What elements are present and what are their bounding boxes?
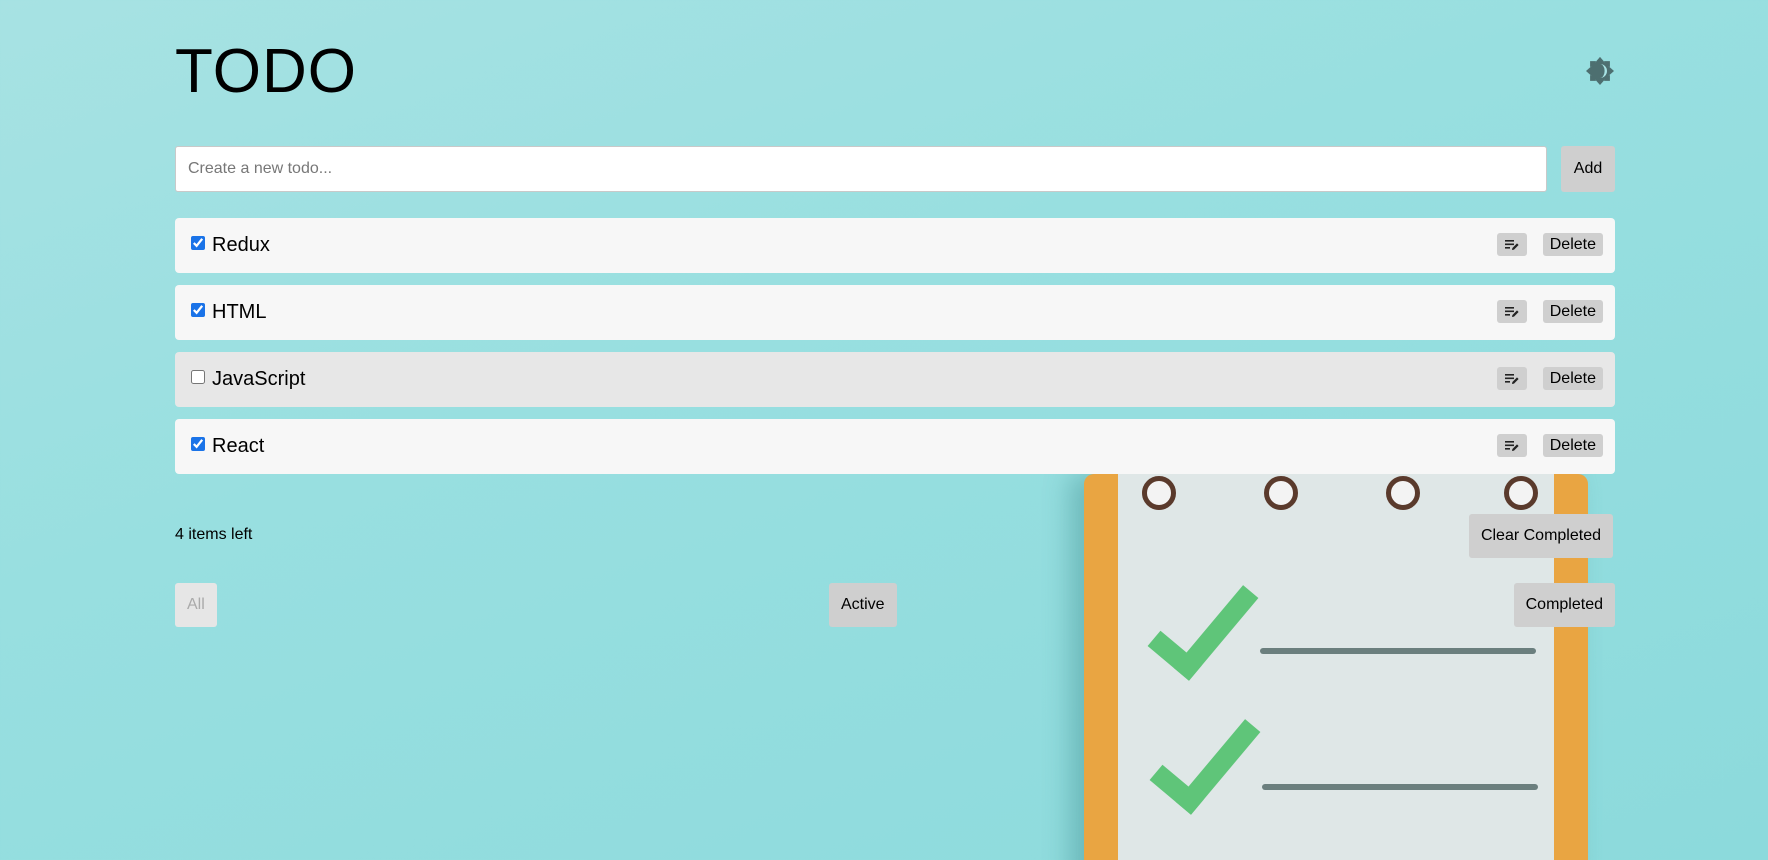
todo-text[interactable]: React bbox=[212, 435, 264, 458]
edit-icon bbox=[1505, 440, 1519, 451]
delete-button[interactable]: Delete bbox=[1542, 300, 1603, 323]
new-todo-input[interactable] bbox=[175, 146, 1547, 192]
todo-item-redux: Redux Delete bbox=[175, 218, 1615, 273]
filter-bar: All Active Completed bbox=[175, 583, 1615, 627]
list-footer: 4 items left Clear Completed bbox=[175, 514, 1615, 558]
app-header: TODO bbox=[175, 0, 1615, 140]
clear-completed-button[interactable]: Clear Completed bbox=[1468, 514, 1613, 558]
filter-completed-button[interactable]: Completed bbox=[1513, 583, 1615, 627]
add-button[interactable]: Add bbox=[1561, 146, 1615, 192]
delete-button[interactable]: Delete bbox=[1542, 233, 1603, 256]
todo-checkbox[interactable] bbox=[191, 370, 205, 384]
checkmark-icon bbox=[1149, 697, 1261, 815]
todo-list: Redux Delete HTML Delete JavaScript Dele… bbox=[175, 218, 1615, 486]
todo-checkbox[interactable] bbox=[191, 236, 205, 250]
brightness-icon[interactable] bbox=[1585, 56, 1615, 86]
todo-checkbox[interactable] bbox=[191, 303, 205, 317]
edit-button[interactable] bbox=[1497, 434, 1527, 457]
todo-checkbox[interactable] bbox=[191, 437, 205, 451]
delete-button[interactable]: Delete bbox=[1542, 434, 1603, 457]
delete-button[interactable]: Delete bbox=[1542, 367, 1603, 390]
edit-icon bbox=[1505, 306, 1519, 317]
edit-icon bbox=[1505, 373, 1519, 384]
todo-text[interactable]: JavaScript bbox=[212, 368, 305, 391]
filter-active-button[interactable]: Active bbox=[829, 583, 897, 627]
filter-all-button[interactable]: All bbox=[175, 583, 217, 627]
todo-app: TODO Add bbox=[175, 0, 1615, 627]
todo-text[interactable]: Redux bbox=[212, 234, 270, 257]
edit-button[interactable] bbox=[1497, 233, 1527, 256]
new-todo-row: Add bbox=[175, 146, 1615, 192]
list-line bbox=[1260, 648, 1536, 654]
todo-item-html: HTML Delete bbox=[175, 285, 1615, 340]
items-left-count: 4 items left bbox=[175, 526, 253, 543]
edit-icon bbox=[1505, 239, 1519, 250]
todo-text[interactable]: HTML bbox=[212, 301, 266, 324]
todo-item-react: React Delete bbox=[175, 419, 1615, 474]
edit-button[interactable] bbox=[1497, 300, 1527, 323]
list-line bbox=[1262, 784, 1538, 790]
todo-item-javascript: JavaScript Delete bbox=[175, 352, 1615, 407]
page-title: TODO bbox=[175, 37, 357, 106]
edit-button[interactable] bbox=[1497, 367, 1527, 390]
